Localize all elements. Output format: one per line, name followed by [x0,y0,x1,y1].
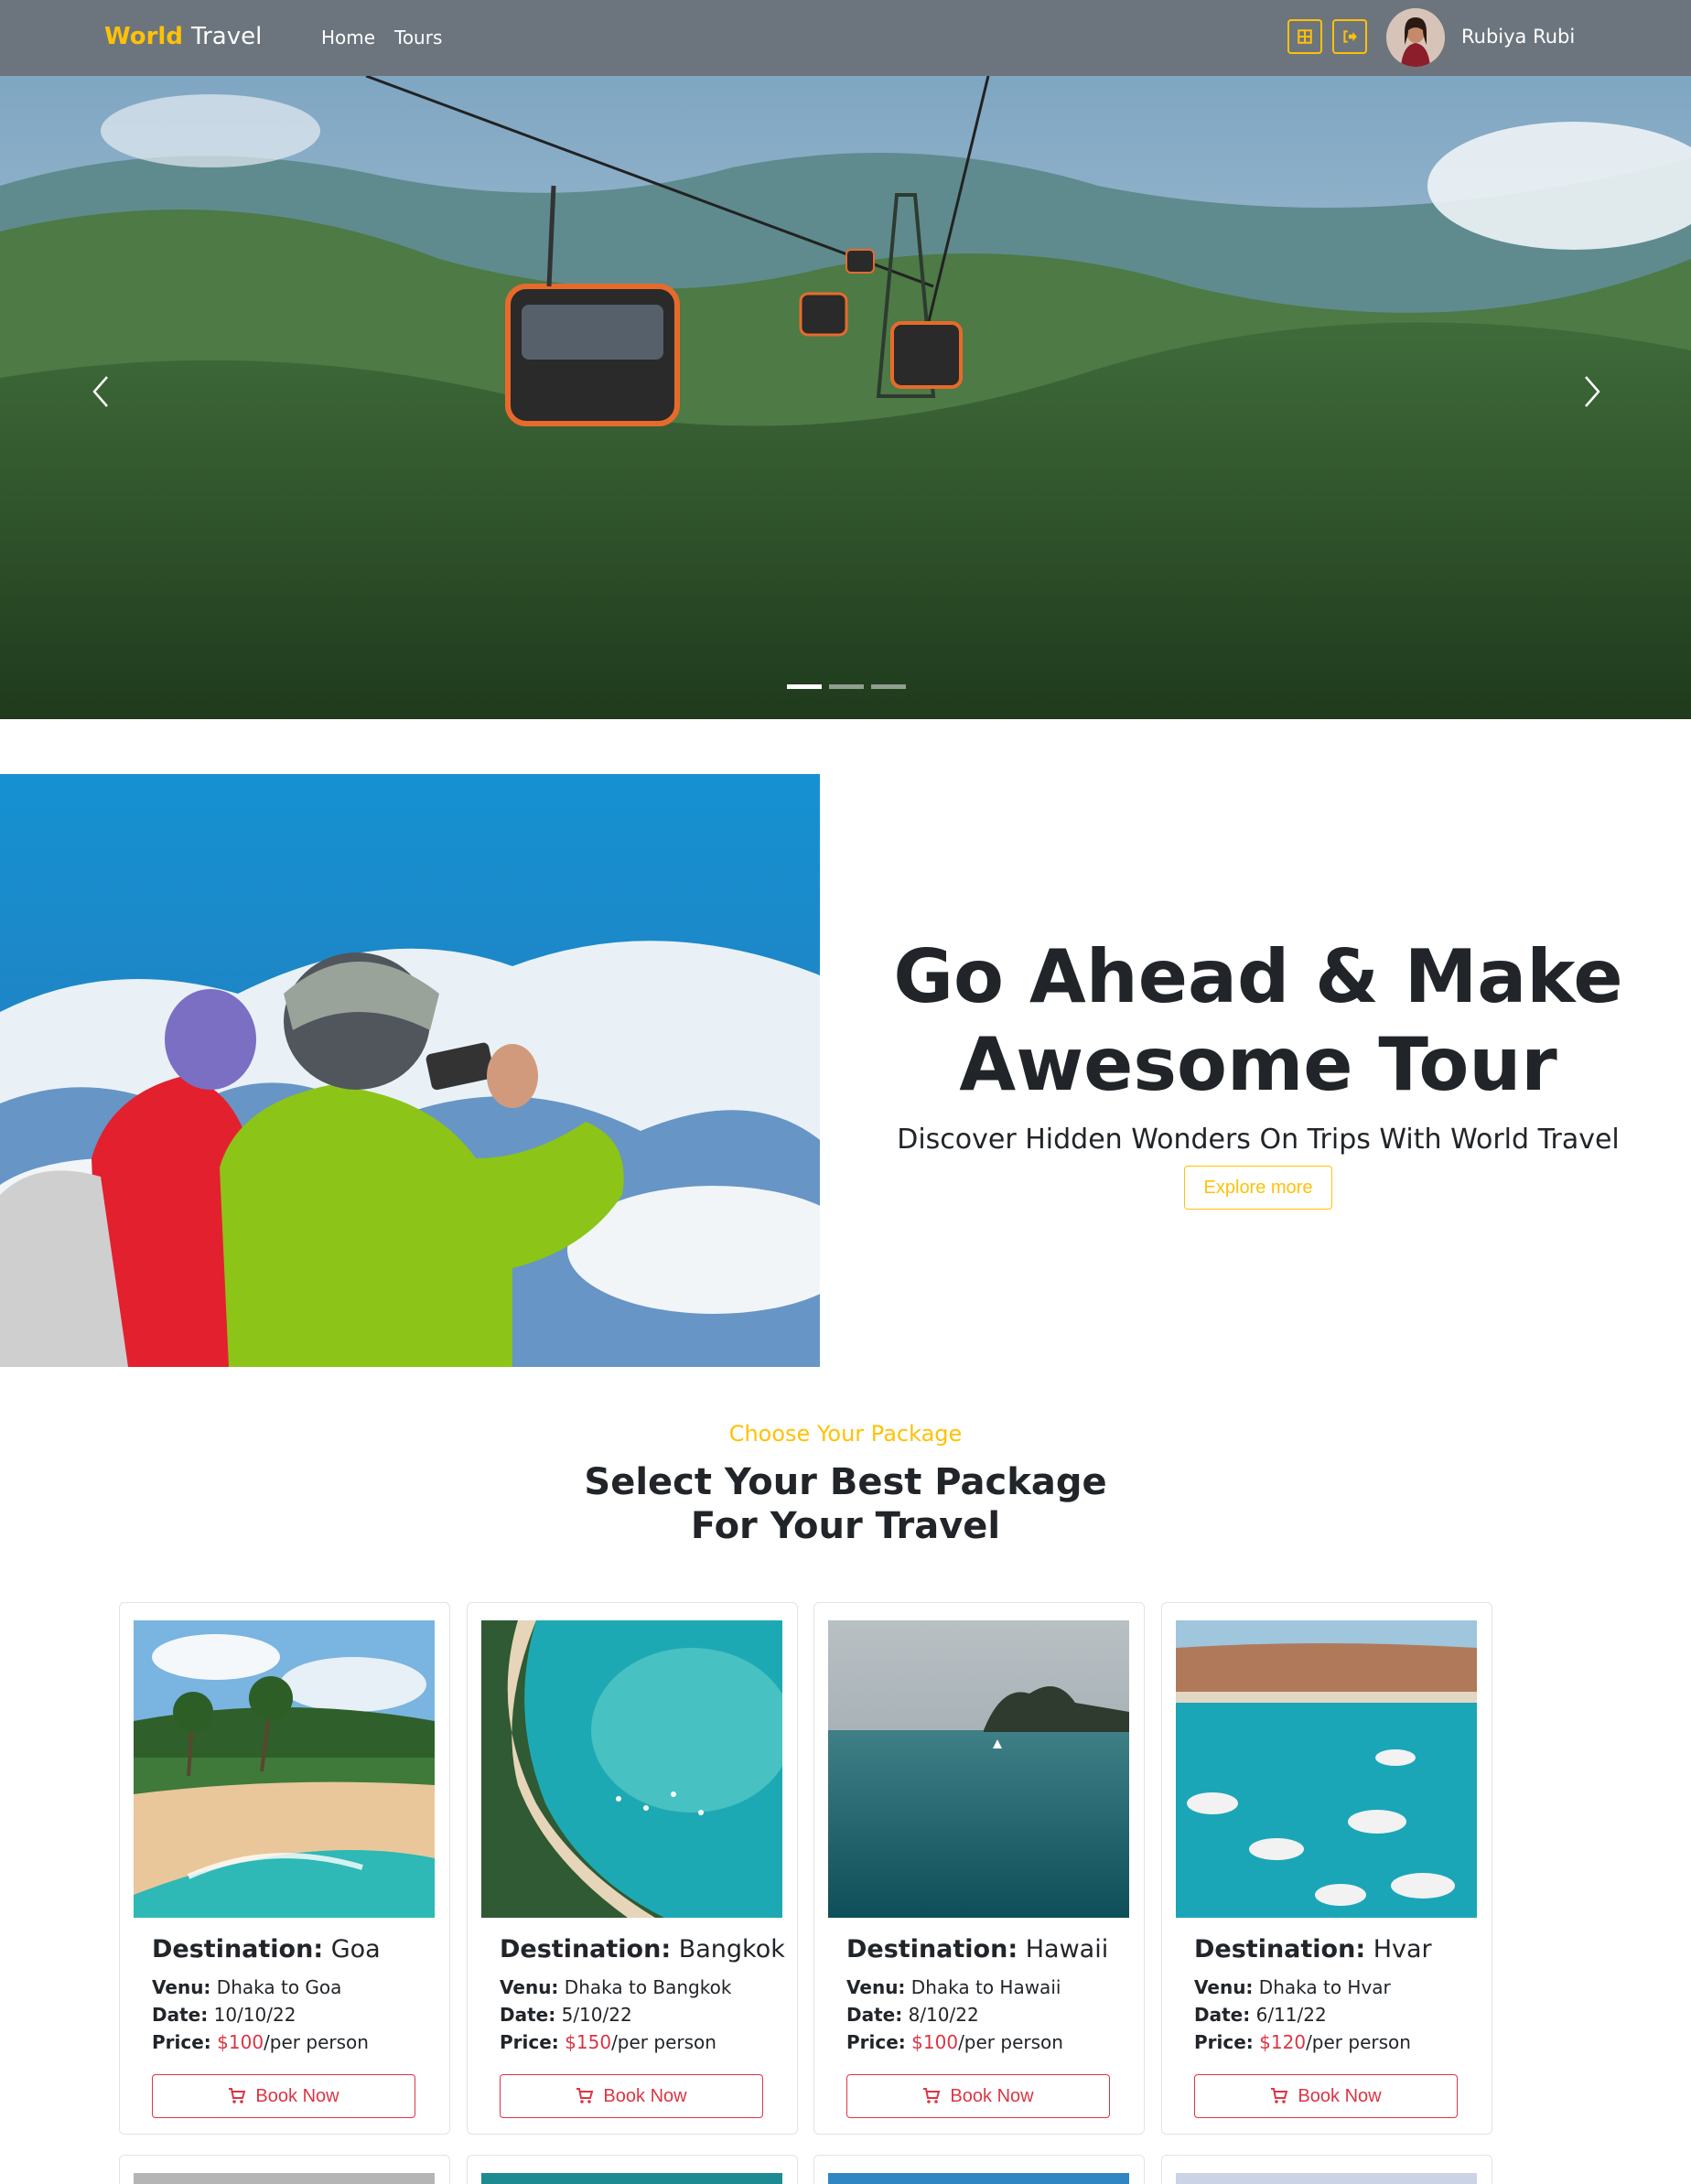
packages-kicker: Choose Your Package [728,1421,963,1447]
nav-home-link[interactable]: Home [321,27,375,48]
package-venu: Venu: Dhaka to Hawaii [846,1976,1061,1998]
package-destination: Destination: Goa [152,1935,381,1963]
package-image [134,1620,435,1918]
nav-tours-link[interactable]: Tours [394,27,442,48]
package-price: Price: $100/per person [152,2031,369,2053]
user-name: Rubiya Rubi [1461,26,1576,48]
package-price: Price: $150/per person [500,2031,716,2053]
package-date: Date: 6/11/22 [1194,2004,1327,2026]
book-now-button[interactable]: Book Now [846,2074,1110,2118]
carousel-prev-button[interactable] [77,369,123,414]
package-date: Date: 8/10/22 [846,2004,979,2026]
carousel-indicator[interactable] [829,684,864,689]
package-venu: Venu: Dhaka to Hvar [1194,1976,1391,1998]
brand-highlight: World [104,23,183,50]
package-card: Destination: Hawaii Venu: Dhaka to Hawai… [813,1602,1145,2135]
book-now-button[interactable]: Book Now [500,2074,763,2118]
hero-image [0,76,1691,719]
carousel-indicator[interactable] [787,684,822,689]
about-image [0,774,820,1367]
cart-icon [229,2088,246,2103]
package-price: Price: $120/per person [1194,2031,1411,2053]
package-image [828,1620,1129,1918]
package-image [1176,1620,1477,1918]
cart-icon [1271,2088,1288,2103]
package-card [119,2155,450,2184]
package-image [828,2173,1129,2184]
book-now-button[interactable]: Book Now [152,2074,415,2118]
chevron-right-icon [1585,376,1600,407]
package-date: Date: 5/10/22 [500,2004,632,2026]
dashboard-button[interactable] [1287,19,1322,54]
about-subtitle: Discover Hidden Wonders On Trips With Wo… [897,1124,1620,1156]
book-now-button[interactable]: Book Now [1194,2074,1458,2118]
package-card [813,2155,1145,2184]
package-image [481,2173,782,2184]
about-title: Go Ahead & Make Awesome Tour [893,934,1623,1107]
packages-title: Select Your Best Package For Your Travel [0,1460,1691,1548]
brand-logo[interactable]: World Travel [104,23,262,50]
package-image [481,1620,782,1918]
package-image [1176,2173,1477,2184]
chevron-left-icon [92,376,108,407]
package-destination: Destination: Bangkok [500,1935,785,1963]
hero-carousel [0,76,1691,719]
packages-title-line2: For Your Travel [690,1505,1001,1547]
cart-icon [923,2088,941,2103]
navbar: World Travel Home Tours Rubiya Rubi [0,0,1691,76]
package-price: Price: $100/per person [846,2031,1063,2053]
package-card: Destination: Bangkok Venu: Dhaka to Bang… [467,1602,798,2135]
carousel-next-button[interactable] [1570,369,1616,414]
logout-icon [1343,30,1357,43]
package-image [134,2173,435,2184]
carousel-indicator[interactable] [871,684,906,689]
carousel-indicators [787,684,906,689]
explore-more-button[interactable]: Explore more [1184,1166,1332,1210]
package-card [467,2155,798,2184]
brand-rest: Travel [191,23,263,50]
packages-title-line1: Select Your Best Package [584,1461,1107,1503]
package-date: Date: 10/10/22 [152,2004,296,2026]
dashboard-icon [1298,29,1312,44]
package-destination: Destination: Hvar [1194,1935,1432,1963]
cart-icon [576,2088,594,2103]
package-venu: Venu: Dhaka to Bangkok [500,1976,732,1998]
package-card: Destination: Goa Venu: Dhaka to Goa Date… [119,1602,450,2135]
package-card: Destination: Hvar Venu: Dhaka to Hvar Da… [1161,1602,1492,2135]
package-destination: Destination: Hawaii [846,1935,1109,1963]
logout-button[interactable] [1332,19,1367,54]
package-card [1161,2155,1492,2184]
user-avatar[interactable] [1386,8,1445,67]
package-venu: Venu: Dhaka to Goa [152,1976,342,1998]
